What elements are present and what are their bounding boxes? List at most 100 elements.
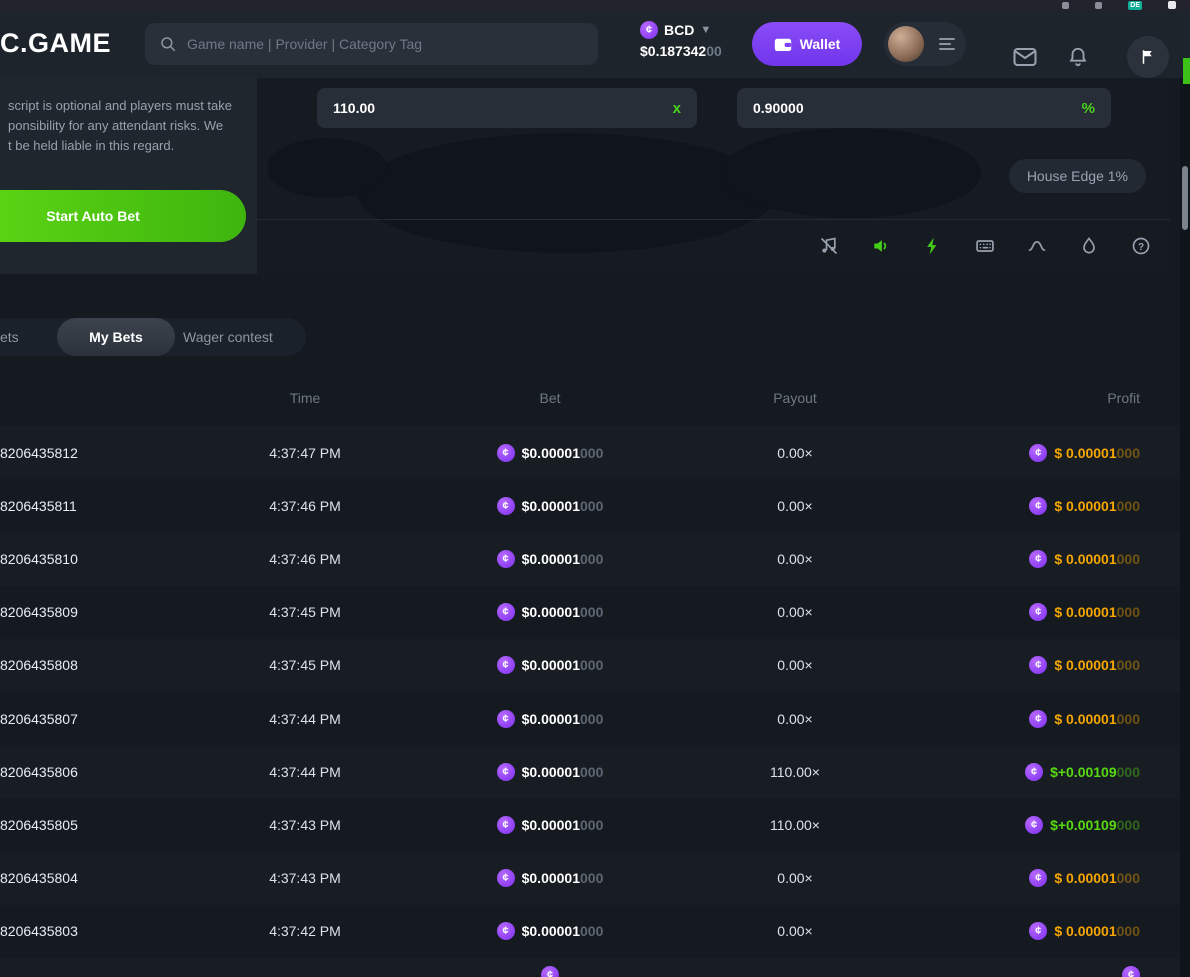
tab-my-bets[interactable]: My Bets [57, 318, 175, 356]
bet-time: 4:37:42 PM [140, 923, 470, 939]
bet-time: 4:37:43 PM [140, 817, 470, 833]
bet-row[interactable]: 82064358114:37:46 PM¢$0.000010000.00×¢$ … [0, 479, 1180, 532]
bet-payout-multiplier: 0.00× [630, 657, 960, 673]
bet-profit: ¢$ 0.00001000 [960, 550, 1140, 568]
bet-amount: ¢$0.00001000 [470, 922, 630, 940]
site-logo[interactable]: C.GAME [0, 28, 111, 59]
header-time: Time [140, 390, 470, 406]
bet-payout-multiplier: 0.00× [630, 498, 960, 514]
chat-flag-button[interactable] [1127, 36, 1169, 78]
bet-row[interactable]: 82064358034:37:42 PM¢$0.000010000.00×¢$ … [0, 905, 1180, 958]
bet-time: 4:37:44 PM [140, 764, 470, 780]
game-search[interactable] [145, 23, 598, 65]
bet-payout-multiplier: 110.00× [630, 764, 960, 780]
bell-icon[interactable] [1067, 46, 1089, 68]
percent-suffix: % [1082, 100, 1095, 117]
bet-time: 4:37:43 PM [140, 870, 470, 886]
bet-row[interactable]: 82064358084:37:45 PM¢$0.000010000.00×¢$ … [0, 639, 1180, 692]
browser-download-icon[interactable] [1095, 2, 1102, 9]
profile-menu[interactable] [884, 22, 966, 66]
bcd-coin-icon: ¢ [497, 603, 515, 621]
house-edge-label: House Edge 1% [1009, 159, 1146, 193]
chevron-down-icon: ▼ [700, 24, 711, 36]
sound-on-icon[interactable] [871, 236, 891, 256]
bet-id: 8206435810 [0, 551, 140, 567]
currency-selector[interactable]: ¢ BCD ▼ $0.18734200 [640, 21, 722, 59]
bet-payout-multiplier: 0.00× [630, 870, 960, 886]
bet-profit: ¢$ 0.00001000 [960, 656, 1140, 674]
bet-payout-multiplier: 110.00× [630, 817, 960, 833]
header-payout: Payout [630, 390, 960, 406]
bcd-coin-icon: ¢ [1122, 966, 1140, 977]
bet-id: 8206435805 [0, 817, 140, 833]
tab-wager-contest[interactable]: Wager contest [183, 318, 273, 356]
multiplier-suffix: x [673, 100, 681, 117]
bet-row[interactable]: 82064358104:37:46 PM¢$0.000010000.00×¢$ … [0, 532, 1180, 585]
bet-controls-panel: script is optional and players must take… [0, 78, 257, 274]
avatar[interactable] [888, 26, 924, 62]
bet-row[interactable]: ¢¢ [0, 958, 1180, 977]
game-canvas: x % House Edge 1% ? [257, 78, 1171, 274]
win-chance-input[interactable]: % [737, 88, 1111, 128]
bcd-coin-icon: ¢ [497, 550, 515, 568]
wallet-balance: $0.18734200 [640, 43, 722, 59]
bet-id: 8206435803 [0, 923, 140, 939]
bet-profit: ¢$ 0.00001000 [960, 444, 1140, 462]
translate-extension-badge[interactable]: DE [1128, 1, 1142, 10]
bet-id: 8206435807 [0, 711, 140, 727]
bet-amount: ¢$0.00001000 [470, 869, 630, 887]
bet-id: 8206435809 [0, 604, 140, 620]
bet-row[interactable]: 82064358124:37:47 PM¢$0.000010000.00×¢$ … [0, 426, 1180, 479]
bet-payout-multiplier: 0.00× [630, 445, 960, 461]
search-input[interactable] [187, 36, 584, 52]
bet-time: 4:37:44 PM [140, 711, 470, 727]
bet-row[interactable]: 82064358074:37:44 PM¢$0.000010000.00×¢$ … [0, 692, 1180, 745]
seed-icon[interactable] [1079, 236, 1099, 256]
bets-table-header: Time Bet Payout Profit [0, 370, 1180, 426]
menu-icon [939, 37, 955, 51]
bet-row[interactable]: 82064358054:37:43 PM¢$0.00001000110.00×¢… [0, 798, 1180, 851]
bet-amount: ¢$0.00001000 [470, 444, 630, 462]
bet-profit: ¢$ 0.00001000 [960, 869, 1140, 887]
bcd-coin-icon: ¢ [497, 497, 515, 515]
turbo-icon[interactable] [923, 236, 943, 256]
bet-amount: ¢ [470, 966, 630, 977]
bcd-coin-icon: ¢ [1029, 656, 1047, 674]
wallet-label: Wallet [800, 36, 841, 52]
bet-id: 8206435812 [0, 445, 140, 461]
browser-profile-icon[interactable] [1168, 1, 1176, 9]
bcd-coin-icon: ¢ [1025, 763, 1043, 781]
divider [257, 219, 1171, 220]
flag-icon [1139, 48, 1157, 66]
scrollbar-thumb[interactable] [1182, 166, 1188, 230]
music-off-icon[interactable] [819, 236, 839, 256]
currency-code: BCD [664, 22, 694, 38]
bet-id: 8206435806 [0, 764, 140, 780]
search-icon [159, 35, 177, 53]
wallet-icon [774, 37, 792, 52]
bcd-coin-icon: ¢ [497, 922, 515, 940]
bet-profit: ¢$ 0.00001000 [960, 603, 1140, 621]
bcd-coin-icon: ¢ [497, 444, 515, 462]
live-stats-icon[interactable] [1027, 236, 1047, 256]
bet-id: 8206435808 [0, 657, 140, 673]
bet-amount: ¢$0.00001000 [470, 656, 630, 674]
start-auto-bet-button[interactable]: Start Auto Bet [0, 190, 246, 242]
bet-time: 4:37:46 PM [140, 551, 470, 567]
payout-input[interactable]: x [317, 88, 697, 128]
help-icon[interactable]: ? [1131, 236, 1151, 256]
wallet-button[interactable]: Wallet [752, 22, 862, 66]
scrollbar-track[interactable] [1180, 78, 1190, 977]
bcd-coin-icon: ¢ [1029, 497, 1047, 515]
bet-profit: ¢$ 0.00001000 [960, 497, 1140, 515]
bet-payout-multiplier: 0.00× [630, 551, 960, 567]
bet-row[interactable]: 82064358044:37:43 PM¢$0.000010000.00×¢$ … [0, 852, 1180, 905]
bet-row[interactable]: 82064358094:37:45 PM¢$0.000010000.00×¢$ … [0, 586, 1180, 639]
mail-icon[interactable] [1013, 47, 1037, 67]
tab-all-bets[interactable]: ets [0, 318, 19, 356]
browser-extension-icon[interactable] [1062, 2, 1069, 9]
bet-row[interactable]: 82064358064:37:44 PM¢$0.00001000110.00×¢… [0, 745, 1180, 798]
bcd-coin-icon: ¢ [1029, 869, 1047, 887]
bet-time: 4:37:47 PM [140, 445, 470, 461]
hotkeys-icon[interactable] [975, 236, 995, 256]
